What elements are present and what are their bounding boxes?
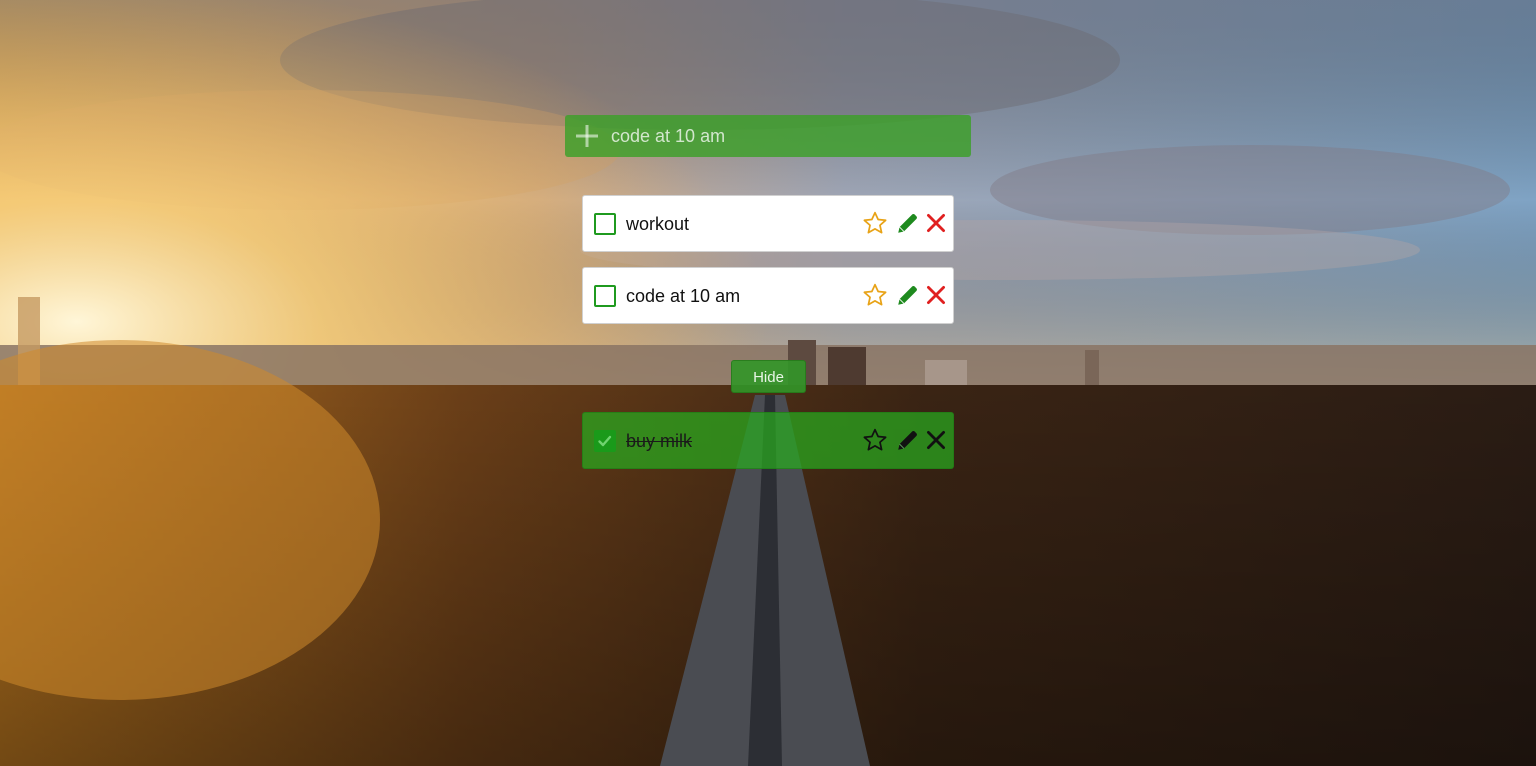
- todo-checkbox-checked[interactable]: [594, 430, 616, 452]
- todo-checkbox[interactable]: [594, 285, 616, 307]
- todo-item: code at 10 am: [582, 267, 954, 324]
- hide-completed-button[interactable]: Hide: [731, 360, 806, 393]
- close-icon[interactable]: [923, 210, 949, 236]
- checkmark-icon: [598, 435, 612, 447]
- star-icon[interactable]: [862, 282, 888, 308]
- plus-icon[interactable]: [575, 124, 599, 148]
- todo-label: buy milk: [626, 431, 693, 451]
- todo-label: workout: [626, 214, 690, 234]
- close-icon[interactable]: [923, 427, 949, 453]
- close-icon[interactable]: [923, 282, 949, 308]
- pencil-icon[interactable]: [895, 427, 921, 453]
- star-icon[interactable]: [862, 427, 888, 453]
- pencil-icon[interactable]: [895, 210, 921, 236]
- todo-item: workout: [582, 195, 954, 252]
- todo-label: code at 10 am: [626, 286, 741, 306]
- add-todo-bar: [565, 115, 971, 157]
- new-todo-input[interactable]: [611, 115, 961, 157]
- todo-checkbox[interactable]: [594, 213, 616, 235]
- todo-item-completed: buy milk: [582, 412, 954, 469]
- pencil-icon[interactable]: [895, 282, 921, 308]
- star-icon[interactable]: [862, 210, 888, 236]
